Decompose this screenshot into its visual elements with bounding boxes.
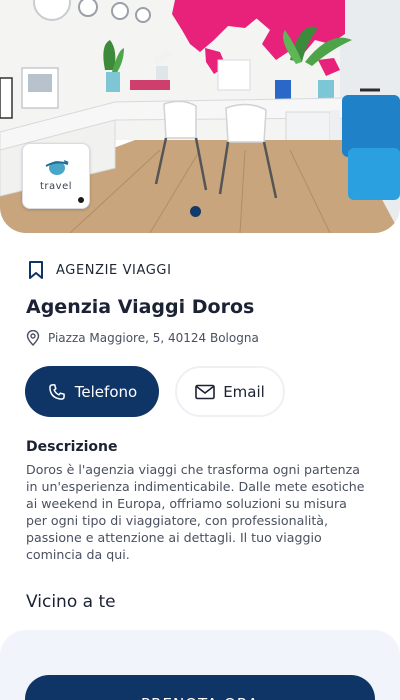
business-name: Agenzia Viaggi Doros: [26, 296, 255, 318]
agency-logo: travel: [22, 143, 90, 209]
business-detail-screen: travel AGENZIE VIAGGI Agenzia Viaggi Dor…: [0, 0, 400, 700]
location-pin-icon: [26, 330, 40, 346]
phone-button[interactable]: Telefono: [25, 366, 159, 417]
email-button-label: Email: [223, 382, 265, 401]
email-button[interactable]: Email: [175, 366, 285, 417]
phone-icon: [48, 383, 65, 400]
globe-plane-icon: [45, 160, 69, 175]
mail-icon: [195, 384, 215, 399]
book-now-button[interactable]: PRENOTA ORA: [25, 675, 375, 700]
logo-mark-icon: [78, 197, 84, 203]
address-row: Piazza Maggiore, 5, 40124 Bologna: [26, 330, 259, 346]
description-text: Doros è l'agenzia viaggi che trasforma o…: [26, 462, 365, 562]
logo-text: travel: [39, 181, 72, 192]
nearby-heading: Vicino a te: [26, 592, 116, 612]
description-heading: Descrizione: [26, 439, 118, 455]
hero-image-carousel[interactable]: travel: [0, 0, 400, 233]
bookmark-icon: [29, 261, 43, 279]
category-row: AGENZIE VIAGGI: [27, 260, 172, 280]
address-text: Piazza Maggiore, 5, 40124 Bologna: [48, 331, 259, 345]
category-label: AGENZIE VIAGGI: [56, 262, 172, 278]
phone-button-label: Telefono: [74, 382, 138, 401]
carousel-indicator-dot[interactable]: [190, 206, 201, 217]
